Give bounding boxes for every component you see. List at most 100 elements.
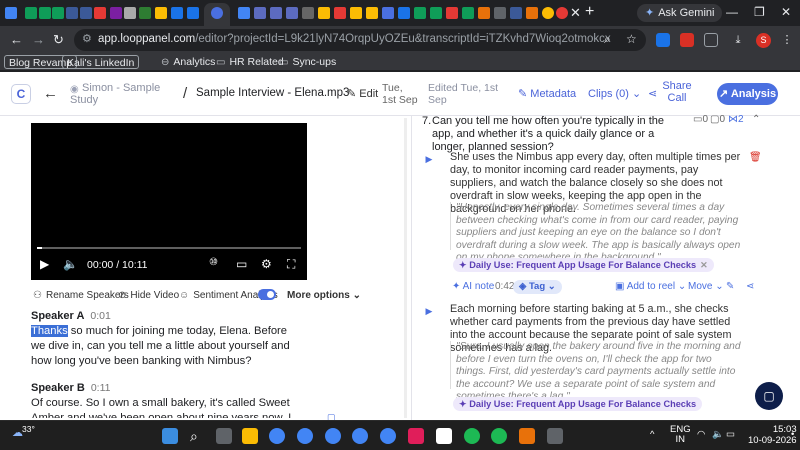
bookmark-kali-linkedin[interactable]: Kali's LinkedIn [62,55,140,69]
settings-gear-icon[interactable]: ⚙ [261,257,272,271]
tab-favicon-icon[interactable] [270,7,282,19]
play-note-icon[interactable]: ▶ [422,152,436,166]
tab-favicon-icon[interactable] [254,7,266,19]
app-icon[interactable] [519,428,535,444]
download-icon[interactable]: ⤓ [731,33,745,47]
tab-favicon-icon[interactable] [414,7,426,19]
video-player[interactable]: ▶ 🔈 00:00 / 10:11 ⑩ ▭ ⚙ ⛶ [31,123,307,280]
chrome-icon[interactable] [380,428,396,444]
share-note-icon[interactable]: ⋖ [746,281,754,292]
language-indicator[interactable]: ENG IN [670,425,691,445]
tray-chevron-icon[interactable]: ^ [650,429,654,440]
speaker-a-label[interactable]: Speaker A 0:01 [31,310,111,322]
tab-favicon-icon[interactable] [110,7,122,19]
theme-chip-1[interactable]: ✦ Daily Use: Frequent App Usage For Bala… [453,258,714,272]
hide-video-button[interactable]: ⊘ Hide Video [118,290,179,301]
play-icon[interactable]: ▶ [40,257,49,271]
new-tab-icon[interactable]: + [585,3,594,21]
chrome-icon[interactable] [352,428,368,444]
utterance-speaker-a[interactable]: Thanks so much for joining me today, Ele… [31,324,299,369]
tab-favicon-icon[interactable] [52,7,64,19]
tab-favicon-icon[interactable] [542,7,554,19]
profile-avatar[interactable]: S [756,33,771,48]
clock[interactable]: 15:03 10-09-2026 [748,424,797,446]
app-logo[interactable]: C [11,84,31,104]
play-note-icon[interactable]: ▶ [422,304,436,318]
site-info-icon[interactable]: ⚙ [82,32,92,45]
more-options-button[interactable]: More options ⌄ [287,290,361,301]
help-chat-button[interactable]: ▢ [755,382,783,410]
analysis-button[interactable]: ↗ Analysis [717,83,778,105]
highlighted-word[interactable]: Thanks [31,325,68,337]
tab-favicon-icon[interactable] [139,7,151,19]
theme-chip-2[interactable]: ✦ Daily Use: Frequent App Usage For Bala… [453,397,703,411]
tab-favicon-icon[interactable] [494,7,506,19]
collapse-chevron-icon[interactable]: ⌃ [752,114,760,125]
utterance-speaker-b[interactable]: Of course. So I own a small bakery, it's… [31,396,299,418]
tab-favicon-icon[interactable] [350,7,362,19]
tab-favicon-icon[interactable] [478,7,490,19]
minimize-icon[interactable]: — [726,5,738,19]
chrome-icon[interactable] [297,428,313,444]
spotify-icon[interactable] [464,428,480,444]
share-icon[interactable]: ⋖ [648,83,657,105]
chrome-icon[interactable] [269,428,285,444]
tab-favicon-icon[interactable] [187,7,199,19]
tab-favicon-icon[interactable] [318,7,330,19]
ai-note-label[interactable]: ✦ AI note [452,281,494,292]
note-quote-1[interactable]: "Honestly, every single day. Sometimes s… [456,202,741,265]
share-call-button[interactable]: Share Call [657,80,697,104]
study-name-link[interactable]: Simon - Sample Study [70,82,170,106]
fullscreen-icon[interactable]: ⛶ [287,257,295,272]
window-close-icon[interactable]: ✕ [781,5,791,19]
transcript-scrollbar[interactable] [404,118,407,418]
add-to-reel-button[interactable]: ▣ Add to reel ⌄ [615,281,686,292]
metadata-button[interactable]: ✎ Metadata [510,83,584,105]
tab-favicon-icon[interactable] [446,7,458,19]
tab-favicon-icon[interactable] [382,7,394,19]
tab-favicon-icon[interactable] [556,7,568,19]
start-menu-icon[interactable] [162,428,178,444]
spotify-icon[interactable] [491,428,507,444]
speaker-b-label[interactable]: Speaker B 0:11 [31,382,110,394]
forward-icon[interactable]: → [32,32,45,47]
tab-favicon-icon[interactable] [25,7,37,19]
reload-icon[interactable]: ↻ [53,32,64,48]
chrome-icon[interactable] [325,428,341,444]
volume-icon[interactable]: 🔈 [63,257,78,271]
notifications-icon[interactable]: • [791,429,794,440]
address-bar[interactable]: ⚙ app.looppanel.com/editor?projectId=L9k… [74,29,646,51]
tab-favicon-icon[interactable] [334,7,346,19]
notion-icon[interactable] [436,428,452,444]
tab-favicon-icon[interactable] [430,7,442,19]
tab-favicon-icon[interactable] [94,7,106,19]
back-icon[interactable]: ← [10,32,23,47]
bookmark-star-icon[interactable]: ☆ [626,32,637,46]
volume-tray-icon[interactable]: 🔈 [712,429,724,440]
tab-favicon-icon[interactable] [302,7,314,19]
edit-note-icon[interactable]: ✎ [726,281,734,292]
playback-speed-icon[interactable]: ⑩ [209,257,218,268]
tab-favicon-icon[interactable] [80,7,92,19]
clips-dropdown[interactable]: Clips (0) ⌄ [580,83,649,105]
active-tab[interactable] [204,3,230,26]
close-tab-icon[interactable]: ✕ [570,5,581,21]
delete-note-icon[interactable]: 🗑 [749,152,762,163]
video-progress-bar[interactable] [37,247,301,249]
extension-icon[interactable] [656,33,670,47]
wifi-icon[interactable]: ◠ [697,429,705,440]
slack-icon[interactable] [408,428,424,444]
extensions-puzzle-icon[interactable] [704,33,718,47]
maximize-icon[interactable]: ❐ [754,5,765,19]
back-arrow-icon[interactable]: ← [43,85,58,102]
tab-favicon-icon[interactable] [526,7,538,19]
battery-icon[interactable]: ▭ [726,429,735,440]
extension-icon[interactable] [680,33,694,47]
tab-favicon-icon[interactable] [286,7,298,19]
tab-favicon-icon[interactable] [124,7,136,19]
search-icon[interactable]: ⌕ [190,428,206,444]
tab-favicon-icon[interactable] [39,7,51,19]
zoom-search-icon[interactable]: ⌕ [604,32,611,47]
edit-button[interactable]: ✎ Edit [347,87,378,100]
tab-favicon-icon[interactable] [366,7,378,19]
